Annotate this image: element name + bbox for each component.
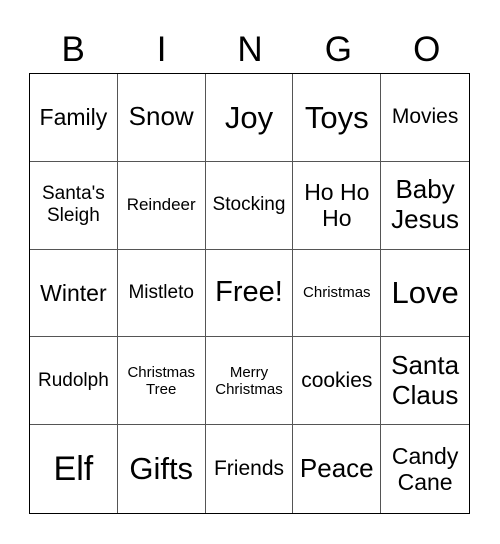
header-letter-o: O	[413, 30, 441, 69]
bingo-cell[interactable]: Snow	[117, 74, 206, 162]
bingo-card: Family Snow Joy Toys Movies Santa's Slei…	[29, 73, 470, 514]
bingo-cell[interactable]: Christmas Tree	[117, 337, 206, 426]
bingo-cell[interactable]: Baby Jesus	[381, 162, 469, 250]
bingo-header: B I N G O	[29, 28, 471, 72]
bingo-cell[interactable]: Joy	[205, 74, 294, 162]
bingo-cell[interactable]: Mistleto	[117, 249, 206, 338]
header-letter-g: G	[324, 30, 352, 69]
bingo-cell[interactable]: Merry Christmas	[205, 337, 294, 426]
bingo-cell[interactable]: Stocking	[205, 161, 294, 250]
bingo-cell[interactable]: Santa's Sleigh	[30, 161, 118, 250]
bingo-cell[interactable]: Winter	[30, 249, 118, 338]
header-letter-i: I	[156, 30, 167, 69]
bingo-cell[interactable]: Love	[381, 250, 469, 338]
bingo-cell[interactable]: Reindeer	[117, 161, 206, 250]
header-letter-n: N	[237, 30, 263, 69]
bingo-cell[interactable]: Candy Cane	[381, 425, 469, 513]
bingo-cell[interactable]: Santa Claus	[381, 337, 469, 426]
bingo-cell[interactable]: Gifts	[118, 425, 206, 513]
bingo-cell[interactable]: Toys	[293, 74, 382, 162]
bingo-cell[interactable]: Rudolph	[30, 337, 118, 426]
header-letter-b: B	[61, 30, 85, 69]
bingo-cell[interactable]: Ho Ho Ho	[293, 161, 382, 250]
bingo-cell[interactable]: Christmas	[293, 249, 382, 338]
bingo-cell[interactable]: Peace	[293, 425, 382, 513]
bingo-cell[interactable]: Elf	[30, 425, 118, 513]
free-space[interactable]: Free!	[205, 249, 294, 338]
bingo-cell[interactable]: Friends	[206, 425, 294, 513]
bingo-cell[interactable]: Movies	[381, 74, 469, 162]
bingo-cell[interactable]: cookies	[293, 337, 382, 426]
bingo-cell[interactable]: Family	[30, 74, 118, 162]
